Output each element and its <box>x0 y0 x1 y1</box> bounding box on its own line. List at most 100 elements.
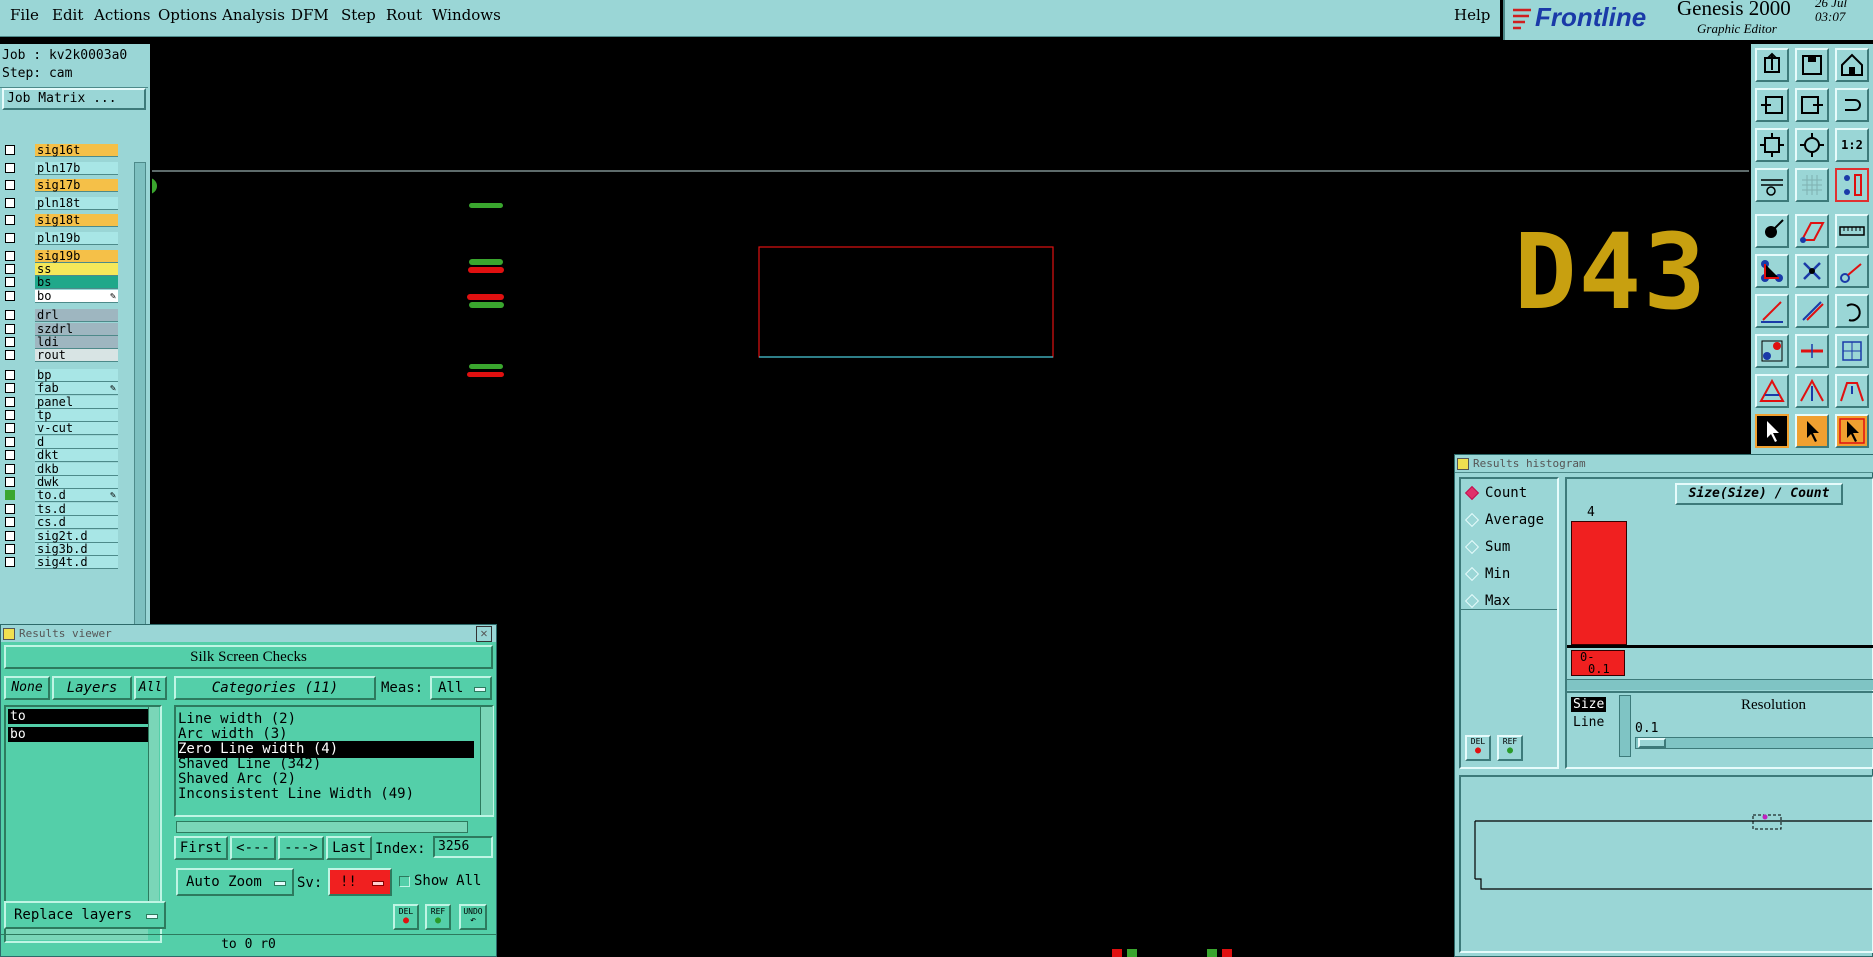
layer-name[interactable]: fab ✎ <box>35 382 118 395</box>
layer-name[interactable]: rout <box>35 349 118 362</box>
layer-name[interactable]: bs <box>35 276 118 289</box>
layer-row[interactable]: fab ✎ <box>0 382 120 396</box>
grid-icon[interactable] <box>1795 168 1829 202</box>
job-matrix-button[interactable]: Job Matrix ... <box>2 88 146 110</box>
menu-edit[interactable]: Edit <box>52 6 83 24</box>
layer-row[interactable]: d <box>0 436 120 450</box>
layer-checkbox[interactable] <box>5 198 15 208</box>
pad-icon[interactable] <box>1755 214 1789 248</box>
layer-checkbox[interactable] <box>5 490 15 500</box>
layer-row[interactable]: ss <box>0 263 120 277</box>
menu-analysis[interactable]: Analysis <box>222 6 285 24</box>
meas-dropdown[interactable]: All <box>430 676 492 700</box>
show-all-checkbox[interactable] <box>399 876 410 887</box>
layer-checkbox[interactable] <box>5 531 15 541</box>
layer-scrollbar[interactable] <box>134 162 146 662</box>
layer-checkbox[interactable] <box>5 350 15 360</box>
overview-map[interactable] <box>1461 777 1872 951</box>
layer-row[interactable]: dkt <box>0 449 120 463</box>
hist-refresh-button[interactable]: REF ● <box>1497 735 1523 761</box>
select-zone-icon[interactable] <box>1835 414 1869 448</box>
layers-button[interactable]: Layers <box>52 676 132 700</box>
layer-row[interactable]: to.d ✎ <box>0 489 120 503</box>
layer-checkbox[interactable] <box>5 504 15 514</box>
layer-row[interactable]: dkb <box>0 463 120 477</box>
layer-row[interactable]: sig18t <box>0 214 120 228</box>
layer-checkbox[interactable] <box>5 215 15 225</box>
layer-name[interactable]: sig17b <box>35 179 118 192</box>
first-button[interactable]: First <box>174 836 228 860</box>
histogram-titlebar[interactable]: Results histogram <box>1455 455 1873 473</box>
menu-step[interactable]: Step <box>341 6 376 24</box>
undo-zoom-icon[interactable] <box>1835 88 1869 122</box>
menu-rout[interactable]: Rout <box>386 6 422 24</box>
min-radio[interactable]: Min <box>1464 566 1510 582</box>
layer-row[interactable]: bo ✎ <box>0 290 120 304</box>
ruler-icon[interactable] <box>1835 214 1869 248</box>
vertical-scrollbar[interactable] <box>148 707 159 927</box>
open-icon[interactable] <box>1755 48 1789 82</box>
layer-checkbox[interactable] <box>5 324 15 334</box>
all-button[interactable]: All <box>134 676 167 700</box>
severity-dropdown[interactable]: !! <box>328 868 392 896</box>
layer-checkbox[interactable] <box>5 464 15 474</box>
layer-checkbox[interactable] <box>5 251 15 261</box>
delete-button[interactable]: DEL ● <box>393 904 419 930</box>
layer-row[interactable]: sig4t.d <box>0 556 120 570</box>
layer-row[interactable]: sig16t <box>0 144 120 158</box>
average-radio[interactable]: Average <box>1464 512 1544 528</box>
layer-checkbox[interactable] <box>5 423 15 433</box>
layer-checkbox[interactable] <box>5 233 15 243</box>
zoom-fit-icon[interactable] <box>1755 128 1789 162</box>
menu-options[interactable]: Options <box>158 6 217 24</box>
peak-icon[interactable] <box>1795 374 1829 408</box>
layer-row[interactable]: panel <box>0 396 120 410</box>
select-arrow-icon[interactable] <box>1755 414 1789 448</box>
layer-checkbox[interactable] <box>5 310 15 320</box>
layer-row[interactable]: bs <box>0 276 120 290</box>
layer-checkbox[interactable] <box>5 337 15 347</box>
layer-name[interactable]: sig4t.d <box>35 556 118 569</box>
layer-checkbox[interactable] <box>5 397 15 407</box>
arrow-line-icon[interactable] <box>1835 254 1869 288</box>
window-menu-icon[interactable] <box>3 627 15 640</box>
layer-name[interactable]: drl <box>35 309 118 322</box>
pan-left-icon[interactable] <box>1755 88 1789 122</box>
layer-row[interactable]: sig19b <box>0 250 120 264</box>
triangle-icon[interactable] <box>1755 374 1789 408</box>
layer-checkbox[interactable] <box>5 277 15 287</box>
categories-button[interactable]: Categories (11) <box>174 676 376 700</box>
arc-icon[interactable] <box>1835 294 1869 328</box>
layer-checkbox[interactable] <box>5 163 15 173</box>
prev-button[interactable]: <--- <box>230 836 276 860</box>
layer-name[interactable]: pln18t <box>35 197 118 210</box>
none-button[interactable]: None <box>4 676 50 700</box>
results-viewer-titlebar[interactable]: Results viewer ✕ <box>1 625 496 642</box>
layer-row[interactable]: pln17b <box>0 162 120 176</box>
layer-checkbox[interactable] <box>5 450 15 460</box>
menu-dfm[interactable]: DFM <box>291 6 329 24</box>
zoom-1-2-icon[interactable]: 1:2 <box>1835 128 1869 162</box>
layer-checkbox[interactable] <box>5 410 15 420</box>
count-radio[interactable]: Count <box>1464 485 1527 501</box>
connect-icon[interactable] <box>1755 254 1789 288</box>
layer-name[interactable]: bo ✎ <box>35 290 118 303</box>
layer-checkbox[interactable] <box>5 557 15 567</box>
chart-scrollbar[interactable] <box>1567 679 1873 690</box>
layer-row[interactable]: sig17b <box>0 179 120 193</box>
next-button[interactable]: ---> <box>278 836 324 860</box>
layer-name[interactable]: dkt <box>35 449 118 462</box>
hist-delete-button[interactable]: DEL ● <box>1465 735 1491 761</box>
layer-checkbox[interactable] <box>5 544 15 554</box>
list-item[interactable]: to <box>8 709 150 724</box>
layer-checkbox[interactable] <box>5 383 15 393</box>
sum-radio[interactable]: Sum <box>1464 539 1510 555</box>
menu-windows[interactable]: Windows <box>432 6 501 24</box>
home-icon[interactable] <box>1835 48 1869 82</box>
layer-name[interactable]: cs.d <box>35 516 118 529</box>
trapezoid-icon[interactable] <box>1835 374 1869 408</box>
type-scrollbar[interactable] <box>1619 695 1631 757</box>
layer-name[interactable]: pln19b <box>35 232 118 245</box>
layer-name[interactable]: sig16t <box>35 144 118 157</box>
surface-icon[interactable] <box>1795 214 1829 248</box>
